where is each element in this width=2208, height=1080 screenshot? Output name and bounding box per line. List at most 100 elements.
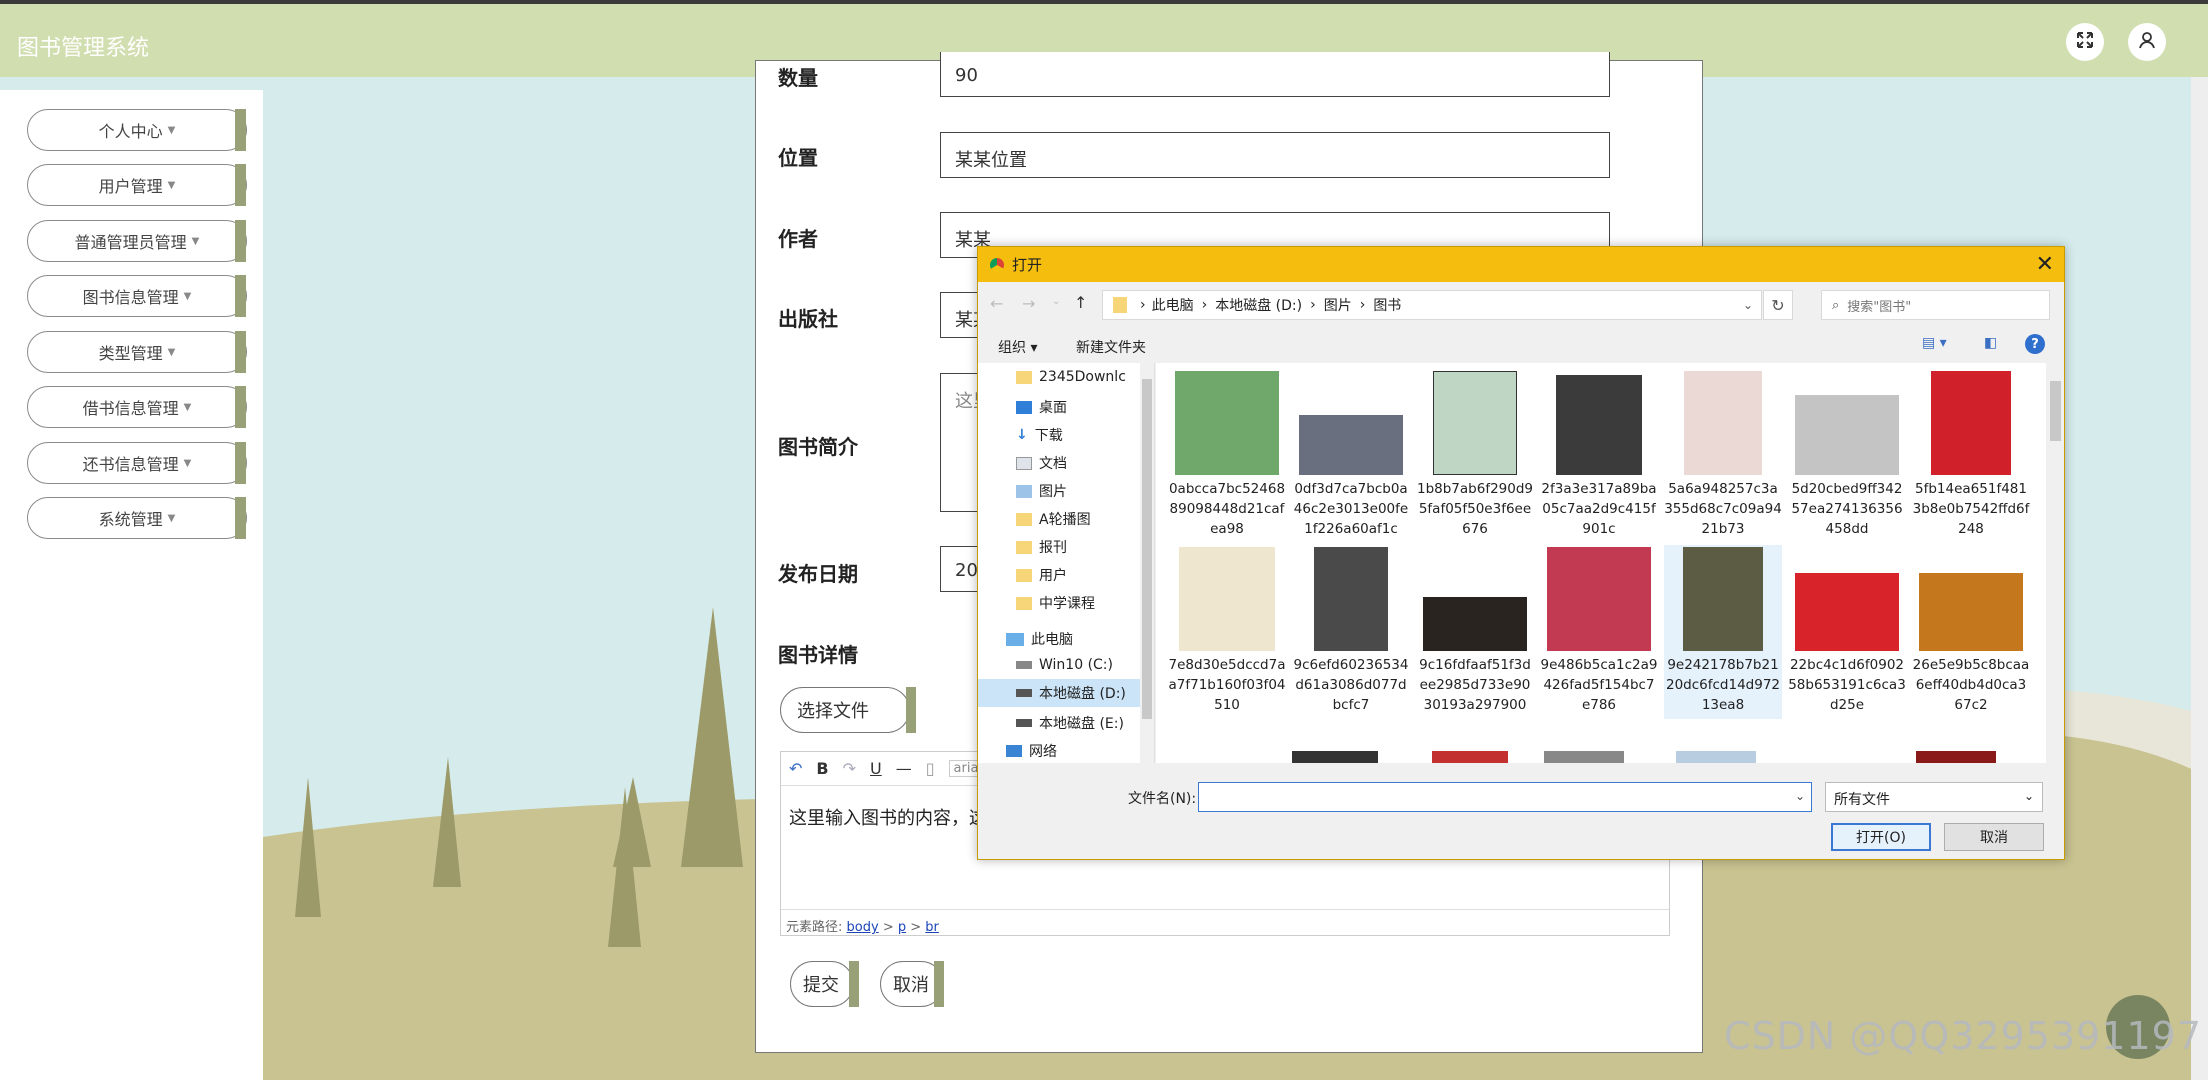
- nav-item-desktop[interactable]: 桌面: [1016, 397, 1067, 417]
- file-item[interactable]: 2f3a3e317a89ba05c7aa2d9c415f901c: [1540, 371, 1658, 539]
- nav-item-pictures[interactable]: 图片: [1016, 481, 1067, 501]
- editor-content[interactable]: 这里输入图书的内容，这: [789, 804, 987, 830]
- nav-item-carousel[interactable]: A轮播图: [1016, 509, 1091, 529]
- file-item[interactable]: 9e486b5ca1c2a9426fad5f154bc7e786: [1540, 547, 1658, 715]
- back-arrow-icon[interactable]: ←: [990, 294, 1003, 313]
- location-input[interactable]: 某某位置: [940, 132, 1610, 178]
- recent-dropdown-icon[interactable]: ⌄: [1052, 296, 1060, 307]
- breadcrumb-drive-d[interactable]: 本地磁盘 (D:): [1215, 295, 1302, 315]
- user-button[interactable]: [2128, 23, 2166, 61]
- underline-icon[interactable]: U: [870, 759, 882, 778]
- file-item[interactable]: 9c6efd60236534d61a3086d077dbcfc7: [1292, 547, 1410, 715]
- nav-item-this-pc[interactable]: 此电脑: [1006, 629, 1073, 649]
- filename-row: 文件名(N): ⌄ 所有文件 ⌄ 打开(O) 取消: [978, 772, 2064, 862]
- file-item[interactable]: 5a6a948257c3a355d68c7c09a9421b73: [1664, 371, 1782, 539]
- folder-icon: [1016, 596, 1032, 610]
- sidebar-item-admin-management[interactable]: 普通管理员管理 ▼: [27, 220, 247, 262]
- sidebar-accent: [235, 109, 246, 151]
- button-accent: [906, 687, 916, 733]
- file-item[interactable]: 26e5e9b5c8bcaa6eff40db4d0ca367c2: [1912, 547, 2030, 715]
- file-type-select[interactable]: 所有文件 ⌄: [1825, 782, 2043, 812]
- sidebar-item-return-info[interactable]: 还书信息管理 ▼: [27, 442, 247, 484]
- refresh-button[interactable]: ↻: [1763, 290, 1793, 320]
- preview-pane-icon[interactable]: ◧: [1984, 335, 1997, 351]
- sidebar-item-personal-center[interactable]: 个人中心 ▼: [27, 109, 247, 151]
- filename-input[interactable]: ⌄: [1198, 782, 1812, 812]
- nav-item-network[interactable]: 网络: [1006, 741, 1057, 761]
- file-thumbnail: [1299, 371, 1403, 475]
- sidebar-item-borrow-info[interactable]: 借书信息管理 ▼: [27, 386, 247, 428]
- file-item[interactable]: 5d20cbed9ff34257ea274136356458dd: [1788, 371, 1906, 539]
- file-thumbnail: [1175, 547, 1279, 651]
- forward-arrow-icon[interactable]: →: [1022, 294, 1035, 313]
- close-icon[interactable]: ✕: [2036, 252, 2054, 277]
- breadcrumb-this-pc[interactable]: 此电脑: [1152, 295, 1194, 315]
- file-item[interactable]: 22bc4c1d6f090258b653191c6ca3d25e: [1788, 547, 1906, 715]
- file-item[interactable]: 0df3d7ca7bcb0a46c2e3013e00fe1f226a60af1c: [1292, 371, 1410, 539]
- sidebar-item-user-management[interactable]: 用户管理 ▼: [27, 164, 247, 206]
- nav-scrollbar[interactable]: [1140, 363, 1154, 763]
- fullscreen-button[interactable]: [2066, 23, 2104, 61]
- new-folder-button[interactable]: 新建文件夹: [1076, 337, 1146, 357]
- file-thumbnail: [1919, 547, 2023, 651]
- path-p-link[interactable]: p: [898, 920, 906, 935]
- nav-item-drive-c[interactable]: Win10 (C:): [1016, 657, 1113, 673]
- nav-item-journals[interactable]: 报刊: [1016, 537, 1067, 557]
- file-thumbnail: [1423, 371, 1527, 475]
- file-name: 22bc4c1d6f090258b653191c6ca3d25e: [1788, 657, 1906, 713]
- chevron-down-icon[interactable]: ⌄: [1795, 789, 1805, 803]
- nav-item-middle-school[interactable]: 中学课程: [1016, 593, 1095, 613]
- download-icon: ↓: [1016, 427, 1028, 443]
- file-item-hovered[interactable]: 9e242178b7b2120dc6fcd14d97213ea8: [1664, 545, 1782, 719]
- help-icon[interactable]: ?: [2025, 334, 2045, 354]
- nav-item-downloads[interactable]: ↓ 下载: [1016, 425, 1063, 445]
- sidebar-item-type-management[interactable]: 类型管理 ▼: [27, 331, 247, 373]
- file-item[interactable]: 1b8b7ab6f290d95faf05f50e3f6ee676: [1416, 371, 1534, 539]
- caret-down-icon: ▼: [183, 290, 192, 302]
- nav-item-downloads-2345[interactable]: 2345Downlc: [1016, 369, 1126, 385]
- file-item[interactable]: 0abcca7bc5246889098448d21cafea98: [1168, 371, 1286, 539]
- page-icon[interactable]: ▯: [926, 759, 935, 778]
- nav-item-drive-d[interactable]: 本地磁盘 (D:): [978, 679, 1140, 707]
- redo-icon[interactable]: ↷: [843, 759, 856, 778]
- nav-item-documents[interactable]: 文档: [1016, 453, 1067, 473]
- organize-menu[interactable]: 组织 ▾: [998, 337, 1037, 357]
- choose-file-button[interactable]: 选择文件: [780, 687, 910, 733]
- path-body-link[interactable]: body: [847, 920, 879, 935]
- file-item[interactable]: 9c16fdfaaf51f3dee2985d733e9030193a297900: [1416, 547, 1534, 715]
- path-br-link[interactable]: br: [925, 920, 939, 935]
- dialog-cancel-button[interactable]: 取消: [1944, 823, 2044, 851]
- page-scrollbar[interactable]: [2191, 77, 2208, 1080]
- file-thumbnail-partial: [1292, 751, 1378, 763]
- breadcrumb-books[interactable]: 图书: [1373, 295, 1401, 315]
- folder-icon: [1016, 512, 1032, 526]
- address-bar[interactable]: › 此电脑 › 本地磁盘 (D:) › 图片 › 图书 ⌄: [1102, 290, 1762, 320]
- element-path-label: 元素路径:: [786, 920, 843, 935]
- file-item[interactable]: 7e8d30e5dccd7aa7f71b160f03f04510: [1168, 547, 1286, 715]
- bold-icon[interactable]: B: [816, 759, 828, 778]
- up-arrow-icon[interactable]: ↑: [1074, 293, 1087, 312]
- sidebar-item-book-info[interactable]: 图书信息管理 ▼: [27, 275, 247, 317]
- desktop-icon: [1016, 400, 1032, 414]
- nav-item-users[interactable]: 用户: [1016, 565, 1067, 585]
- view-options-icon[interactable]: ▤ ▾: [1922, 335, 1947, 351]
- sidebar-item-label: 借书信息管理: [82, 399, 179, 418]
- sidebar-item-label: 图书信息管理: [82, 288, 179, 307]
- undo-icon[interactable]: ↶: [789, 759, 802, 778]
- horizontal-rule-icon[interactable]: —: [896, 759, 912, 778]
- search-input[interactable]: ⌕ 搜索"图书": [1821, 290, 2050, 320]
- submit-button[interactable]: 提交: [790, 961, 854, 1007]
- nav-item-drive-e[interactable]: 本地磁盘 (E:): [1016, 713, 1124, 733]
- open-label: 打开(O): [1856, 830, 1906, 846]
- quantity-input[interactable]: 90: [940, 52, 1610, 97]
- chevron-down-icon[interactable]: ⌄: [1743, 298, 1753, 312]
- network-icon: [1006, 745, 1022, 757]
- file-name: 0abcca7bc5246889098448d21cafea98: [1168, 481, 1286, 537]
- sidebar-accent: [235, 220, 246, 262]
- file-list-scrollbar[interactable]: [2047, 363, 2064, 763]
- sidebar-accent: [235, 386, 246, 428]
- open-button[interactable]: 打开(O): [1831, 823, 1931, 851]
- breadcrumb-pictures[interactable]: 图片: [1324, 295, 1352, 315]
- sidebar-item-system-management[interactable]: 系统管理 ▼: [27, 497, 247, 539]
- file-item[interactable]: 5fb14ea651f4813b8e0b7542ffd6f248: [1912, 371, 2030, 539]
